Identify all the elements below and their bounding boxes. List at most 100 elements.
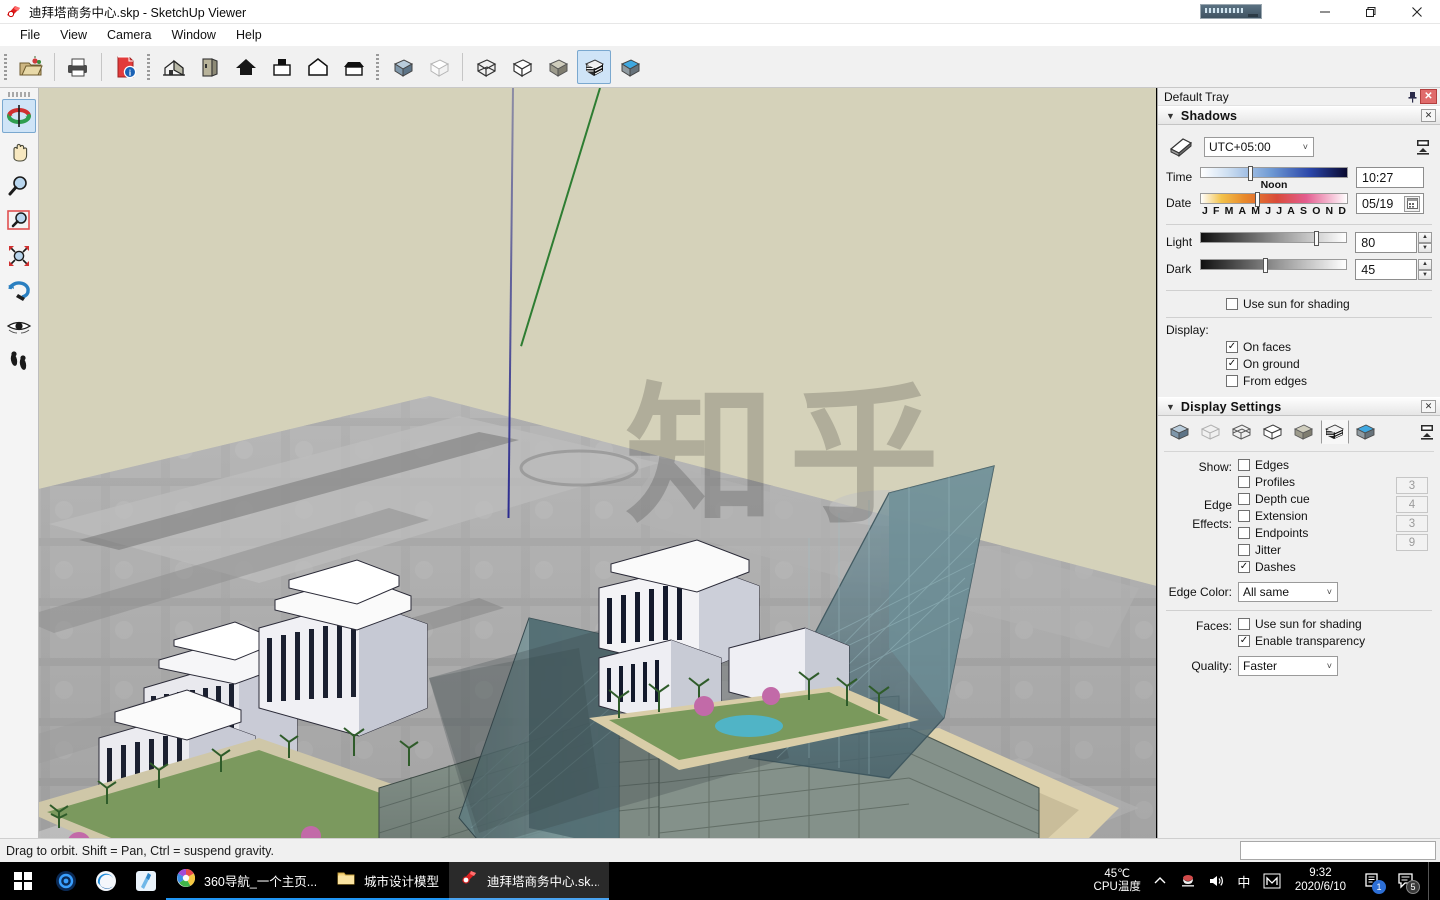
menu-view[interactable]: View <box>50 26 97 44</box>
perspective-icon[interactable] <box>386 50 420 84</box>
endpoints-checkbox[interactable] <box>1238 527 1250 539</box>
light-value-field[interactable]: 80 <box>1355 232 1418 253</box>
on-faces-checkbox[interactable]: ✓ <box>1226 341 1238 353</box>
zoom-tool[interactable] <box>2 169 36 203</box>
previous-view-tool[interactable] <box>2 274 36 308</box>
cortana-icon[interactable] <box>46 862 86 900</box>
taskbar-item-sketchup[interactable]: 迪拜塔商务中心.sk... <box>449 862 610 900</box>
dashes-row[interactable]: ✓ Dashes <box>1238 560 1396 574</box>
start-button[interactable] <box>0 862 46 900</box>
profiles-checkbox[interactable] <box>1238 476 1250 488</box>
time-slider-thumb[interactable] <box>1247 166 1253 181</box>
endpoints-row[interactable]: Endpoints <box>1238 526 1396 540</box>
menu-file[interactable]: File <box>10 26 50 44</box>
faces-use-sun-checkbox[interactable] <box>1238 618 1250 630</box>
edges-row[interactable]: Edges <box>1238 458 1396 472</box>
use-sun-shading-row[interactable]: Use sun for shading <box>1166 297 1432 311</box>
calendar-icon[interactable] <box>1404 195 1420 212</box>
display-from-edges-row[interactable]: From edges <box>1226 374 1432 388</box>
style-wireframe-icon[interactable] <box>1197 420 1225 444</box>
dark-value-field[interactable]: 45 <box>1355 259 1418 280</box>
jitter-row[interactable]: Jitter <box>1238 543 1396 557</box>
display-settings-dock-icon[interactable] <box>1418 422 1436 442</box>
faces-use-sun-row[interactable]: Use sun for shading <box>1238 617 1432 631</box>
profiles-value-field[interactable]: 3 <box>1396 477 1428 494</box>
style-shaded-icon[interactable] <box>541 50 575 84</box>
show-desktop-button[interactable] <box>1428 862 1436 900</box>
cpu-temperature-widget[interactable]: 45℃ CPU温度 <box>1094 868 1141 894</box>
extension-row[interactable]: Extension <box>1238 509 1396 523</box>
zoom-window-tool[interactable] <box>2 204 36 238</box>
style-hidden-line-wire-icon[interactable] <box>1228 420 1256 444</box>
back-view-icon[interactable] <box>301 50 335 84</box>
pan-tool[interactable] <box>2 134 36 168</box>
use-sun-shading-checkbox[interactable] <box>1226 298 1238 310</box>
top-view-icon[interactable] <box>229 50 263 84</box>
date-slider-track[interactable] <box>1200 192 1348 207</box>
shadow-dock-icon[interactable] <box>1414 137 1432 157</box>
light-spinner[interactable]: ▲ ▼ <box>1418 232 1432 253</box>
enable-transparency-checkbox[interactable]: ✓ <box>1238 635 1250 647</box>
front-view-icon[interactable] <box>193 50 227 84</box>
style-hidden-line-icon[interactable] <box>505 50 539 84</box>
shadows-close-button[interactable]: ✕ <box>1421 109 1436 122</box>
parallel-projection-icon[interactable] <box>422 50 456 84</box>
look-around-tool[interactable] <box>2 309 36 343</box>
tray-close-button[interactable]: ✕ <box>1420 89 1437 104</box>
store-icon[interactable] <box>126 862 166 900</box>
style-xray-icon[interactable] <box>1352 420 1380 444</box>
depth-cue-value-field[interactable]: 4 <box>1396 496 1428 513</box>
dark-spinner[interactable]: ▲ ▼ <box>1418 259 1432 280</box>
style-hidden-line-icon[interactable] <box>1259 420 1287 444</box>
display-on-ground-row[interactable]: ✓ On ground <box>1226 357 1432 371</box>
dark-slider-thumb[interactable] <box>1263 258 1269 273</box>
endpoints-value-field[interactable]: 9 <box>1396 534 1428 551</box>
style-monochrome-icon[interactable] <box>613 50 647 84</box>
style-wireframe-icon[interactable] <box>469 50 503 84</box>
chevron-up-icon[interactable] <box>1151 874 1169 888</box>
display-settings-section-header[interactable]: ▼ Display Settings ✕ <box>1158 397 1440 416</box>
profiles-row[interactable]: Profiles <box>1238 475 1396 489</box>
light-slider-thumb[interactable] <box>1314 231 1320 246</box>
depth-cue-checkbox[interactable] <box>1238 493 1250 505</box>
left-toolbar-grip[interactable] <box>8 92 30 97</box>
display-on-faces-row[interactable]: ✓ On faces <box>1226 340 1432 354</box>
jitter-checkbox[interactable] <box>1238 544 1250 556</box>
edges-checkbox[interactable] <box>1238 459 1250 471</box>
model-info-icon[interactable]: i <box>108 50 142 84</box>
open-icon[interactable] <box>14 50 48 84</box>
taskbar-item-explorer[interactable]: 城市设计模型 <box>326 862 450 900</box>
app-tray-icon[interactable] <box>1179 873 1197 889</box>
time-slider-track[interactable] <box>1200 166 1348 181</box>
depth-cue-row[interactable]: Depth cue <box>1238 492 1396 506</box>
date-slider-thumb[interactable] <box>1255 192 1261 207</box>
measurements-box[interactable] <box>1240 841 1436 860</box>
menu-window[interactable]: Window <box>162 26 226 44</box>
from-edges-checkbox[interactable] <box>1226 375 1238 387</box>
right-view-icon[interactable] <box>265 50 299 84</box>
enable-transparency-row[interactable]: ✓ Enable transparency <box>1238 634 1432 648</box>
style-monochrome-icon[interactable] <box>1321 420 1349 444</box>
notification-2-icon[interactable]: 5 <box>1394 869 1420 894</box>
style-shaded-texture-icon[interactable] <box>577 49 611 84</box>
notification-1-icon[interactable]: 1 <box>1360 869 1386 894</box>
ime-mode-icon[interactable] <box>1263 873 1281 889</box>
dark-slider-track[interactable] <box>1199 258 1348 273</box>
light-slider-track[interactable] <box>1199 231 1348 246</box>
on-ground-checkbox[interactable]: ✓ <box>1226 358 1238 370</box>
close-button[interactable] <box>1394 0 1440 24</box>
style-shaded-with-textures-icon[interactable] <box>1166 420 1194 444</box>
minimize-button[interactable] <box>1302 0 1348 24</box>
clock-widget[interactable]: 9:32 2020/6/10 <box>1291 867 1350 895</box>
timezone-select[interactable]: UTC+05:00 ˅ <box>1204 137 1314 157</box>
display-settings-close-button[interactable]: ✕ <box>1421 400 1436 413</box>
walk-tool[interactable] <box>2 344 36 378</box>
shadow-toggle-icon[interactable] <box>1166 134 1196 160</box>
pin-icon[interactable] <box>1404 89 1420 105</box>
menu-help[interactable]: Help <box>226 26 272 44</box>
toolbar-grip[interactable] <box>4 53 7 80</box>
taskbar-item-browser-360[interactable]: 360导航_一个主页... <box>166 862 326 900</box>
extension-checkbox[interactable] <box>1238 510 1250 522</box>
ime-chinese-icon[interactable]: 中 <box>1235 872 1253 891</box>
orbit-tool[interactable] <box>2 99 36 133</box>
